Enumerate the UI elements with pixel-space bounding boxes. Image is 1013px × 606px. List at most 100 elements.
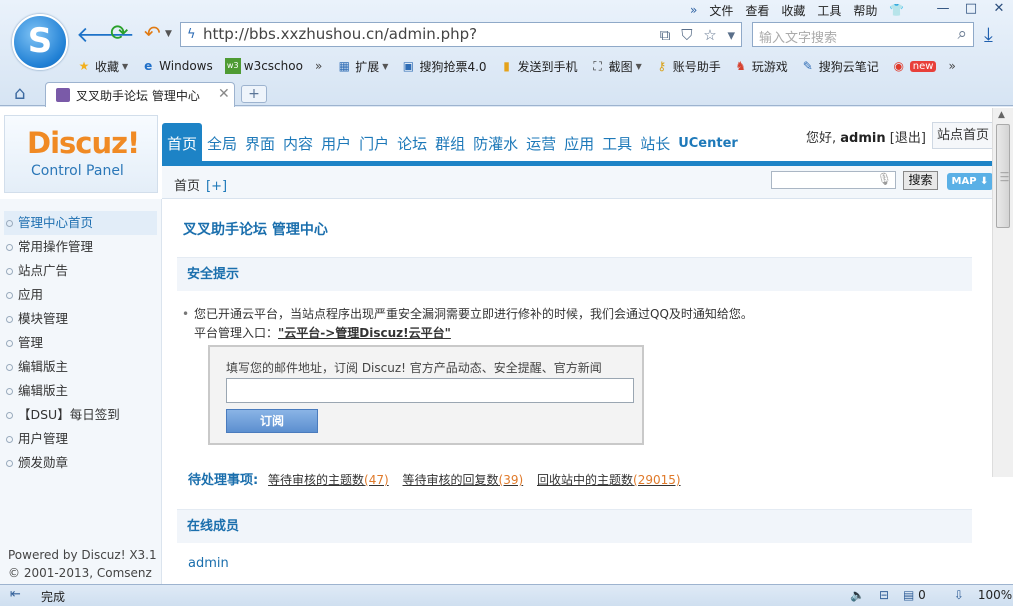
fav-extensions[interactable]: ▦ 扩展 ▼ (336, 58, 389, 75)
menu-favorites[interactable]: 收藏 (781, 2, 805, 19)
fav-account[interactable]: ⚷ 账号助手 (654, 58, 720, 75)
email-field[interactable] (226, 378, 634, 403)
chevron-double-right-icon[interactable]: » (690, 3, 697, 17)
fav-cloud-note[interactable]: ✎ 搜狗云笔记 (800, 58, 879, 75)
sidebar-item-apps[interactable]: 应用 (4, 283, 157, 307)
fav-screenshot[interactable]: ⛶ 截图 ▼ (590, 58, 641, 75)
menu-help[interactable]: 帮助 (853, 2, 877, 19)
chevron-down-icon[interactable]: ▼ (165, 29, 172, 39)
sogou-browser-logo-icon[interactable]: S (12, 14, 68, 70)
ticket-icon: ▣ (402, 59, 415, 73)
add-shortcut-link[interactable]: [+] (206, 179, 227, 194)
nav-content[interactable]: 内容 (280, 123, 316, 161)
home-icon[interactable]: ⌂ (14, 83, 25, 104)
nav-anti-spam[interactable]: 防灌水 (470, 123, 521, 161)
map-button[interactable]: MAP ⬇ (947, 173, 993, 190)
fav-games[interactable]: ♞ 玩游戏 (733, 58, 787, 75)
nav-portal[interactable]: 门户 (356, 123, 392, 161)
discuz-logo[interactable]: Discuz! Control Panel (4, 115, 158, 193)
zoom-level[interactable]: 100% (978, 588, 1012, 602)
microphone-icon[interactable]: 🎙 (877, 172, 892, 186)
address-url[interactable]: http://bbs.xxzhushou.cn/admin.php? (203, 25, 477, 43)
chevron-down-icon: ▼ (382, 61, 389, 71)
nav-home[interactable]: 首页 (162, 123, 203, 161)
sidebar-item-admin-home[interactable]: 管理中心首页 (4, 211, 157, 235)
fav-windows[interactable]: e Windows (140, 58, 213, 74)
refresh-icon[interactable]: ⟳ (110, 21, 128, 46)
menu-file[interactable]: 文件 (709, 2, 733, 19)
close-window-button[interactable]: ✕ (985, 0, 1013, 18)
nav-tools[interactable]: 工具 (599, 123, 635, 161)
search-icon[interactable]: ⌕ (957, 24, 967, 44)
shield-icon[interactable]: ⛉ (681, 26, 692, 44)
weibo-icon: ◉ (893, 59, 905, 73)
copy-page-icon[interactable]: ⧉ (660, 26, 671, 44)
fav-w3cschool[interactable]: w3 w3cschoo (224, 58, 303, 74)
close-icon[interactable]: ✕ (218, 86, 230, 102)
sidebar-item-edit-moderators[interactable]: 编辑版主 (4, 355, 157, 379)
chevron-double-right-icon[interactable]: » (315, 59, 322, 73)
nav-groups[interactable]: 群组 (432, 123, 468, 161)
cloud-platform-link[interactable]: "云平台->管理Discuz!云平台" (278, 326, 451, 340)
admin-search-button[interactable]: 搜索 (903, 171, 938, 190)
sidebar-toggle-icon[interactable]: ⇤ (10, 587, 21, 602)
download-manager-icon[interactable]: ⇩ (954, 588, 964, 602)
adblock-icon[interactable]: ▤ 0 (903, 588, 940, 602)
game-icon: ♞ (735, 59, 747, 73)
logout-link[interactable]: [退出] (890, 131, 926, 146)
sidebar-item-manage[interactable]: 管理 (4, 331, 157, 355)
shirt-icon[interactable]: 👕 (889, 3, 904, 17)
bullet-icon: • (182, 307, 190, 321)
nav-operations[interactable]: 运营 (523, 123, 559, 161)
recycle-topics-link[interactable]: 回收站中的主题数(29015) (537, 473, 681, 487)
menu-tools[interactable]: 工具 (817, 2, 841, 19)
new-tab-button[interactable]: + (241, 85, 267, 103)
subscribe-button[interactable]: 订阅 (226, 409, 318, 433)
fav-ticket[interactable]: ▣ 搜狗抢票4.0 (400, 58, 487, 75)
pending-replies-link[interactable]: 等待审核的回复数(39) (403, 473, 524, 487)
sidebar-item-modules[interactable]: 模块管理 (4, 307, 157, 331)
fav-send-phone[interactable]: ▮ 发送到手机 (499, 58, 577, 75)
sidebar-item-site-ads[interactable]: 站点广告 (4, 259, 157, 283)
sidebar-item-medals[interactable]: 颁发勋章 (4, 451, 157, 475)
fav-weibo[interactable]: ◉ new (891, 58, 937, 74)
chevron-double-right-icon[interactable]: » (948, 59, 955, 73)
screenshot-icon: ⛶ (593, 59, 602, 73)
scroll-thumb[interactable]: — — — (996, 124, 1010, 228)
admin-search-input[interactable]: 🎙 (771, 171, 896, 189)
nav-forum[interactable]: 论坛 (394, 123, 430, 161)
favorites-bar: ★ 收藏 ▼ e Windows w3 w3cschoo » ▦ 扩展 ▼ ▣ … (76, 55, 1013, 77)
nav-users[interactable]: 用户 (318, 123, 354, 161)
sidebar-item-user-manage[interactable]: 用户管理 (4, 427, 157, 451)
pending-label: 待处理事项: (188, 473, 259, 488)
nav-apps[interactable]: 应用 (561, 123, 597, 161)
address-bar[interactable]: ϟ http://bbs.xxzhushou.cn/admin.php? ⧉ ⛉… (180, 22, 742, 47)
download-icon[interactable]: ⤓ (984, 22, 993, 46)
fav-collect[interactable]: ★ 收藏 ▼ (76, 58, 129, 75)
nav-interface[interactable]: 界面 (242, 123, 278, 161)
site-home-button[interactable]: 站点首页 (932, 122, 994, 149)
cleanup-icon[interactable]: ⊟ (879, 588, 889, 602)
nav-global[interactable]: 全局 (204, 123, 240, 161)
page-title: 叉叉助手论坛 管理中心 (183, 222, 328, 238)
speaker-icon[interactable]: 🔈 (850, 588, 865, 602)
window-controls: — □ ✕ (929, 0, 1013, 18)
sidebar-item-daily-checkin[interactable]: 【DSU】每日签到 (4, 403, 157, 427)
page-scrollbar[interactable]: ▲ — — — (992, 108, 1013, 477)
online-user[interactable]: admin (188, 556, 229, 571)
menu-view[interactable]: 查看 (745, 2, 769, 19)
star-outline-icon[interactable]: ☆ (703, 26, 716, 44)
sidebar-item-common-ops[interactable]: 常用操作管理 (4, 235, 157, 259)
scroll-up-icon[interactable]: ▲ (998, 110, 1005, 120)
pending-topics-link[interactable]: 等待审核的主题数(47) (268, 473, 389, 487)
nav-ucenter[interactable]: UCenter (675, 123, 741, 161)
nav-webmaster[interactable]: 站长 (637, 123, 673, 161)
maximize-button[interactable]: □ (957, 0, 985, 18)
browser-search-input[interactable]: 输入文字搜索 ⌕ (752, 22, 974, 47)
chevron-down-icon[interactable]: ▾ (727, 26, 735, 44)
sidebar-item-edit-moderators-2[interactable]: 编辑版主 (4, 379, 157, 403)
undo-icon[interactable]: ↶ (144, 21, 161, 45)
tab-admin[interactable]: 叉叉助手论坛 管理中心 ✕ (45, 82, 235, 107)
discuz-favicon-icon (56, 88, 70, 102)
minimize-button[interactable]: — (929, 0, 957, 18)
